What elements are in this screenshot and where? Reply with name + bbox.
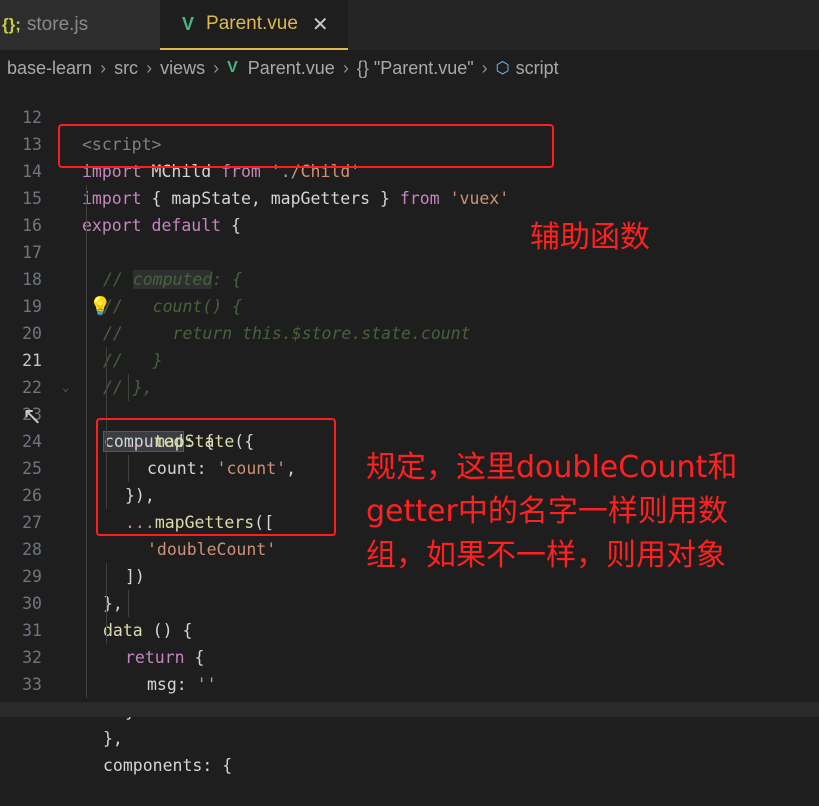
code-token: },	[103, 729, 123, 748]
code-token: components: {	[103, 756, 233, 775]
tab-store-js[interactable]: {}; store.js	[0, 0, 160, 50]
code-line: 19 // }	[0, 266, 819, 370]
breadcrumb-item[interactable]: base-learn	[7, 58, 92, 79]
tab-label: Parent.vue	[206, 13, 298, 34]
annotation-helper: 辅助函数	[530, 220, 650, 255]
annotation-rule-2: getter中的名字一样则用数	[366, 494, 728, 529]
breadcrumb-item[interactable]: views	[160, 58, 205, 79]
vue-icon: V	[227, 59, 238, 76]
mapgetters-highlight-box	[96, 418, 336, 536]
chevron-right-icon: ›	[213, 57, 220, 78]
chevron-right-icon: ›	[481, 57, 488, 78]
chevron-right-icon: ›	[342, 57, 349, 78]
code-line: 12 <script>	[0, 77, 819, 154]
code-editor[interactable]: 12 <script> 13 import MChild from './Chi…	[0, 77, 819, 775]
horizontal-scrollbar[interactable]	[0, 702, 819, 717]
code-line: 17 // count() {	[0, 212, 819, 316]
code-line: 20 // },	[0, 293, 819, 397]
import-highlight-box	[58, 124, 554, 168]
annotation-rule-3: 组，如果不一样，则用对象	[366, 538, 726, 573]
code-line: 23 count: 'count',	[0, 374, 819, 478]
breadcrumb-item[interactable]: Parent.vue	[248, 58, 335, 79]
code-line: 16 // computed: {	[0, 185, 819, 289]
annotation-rule-1: 规定，这里doubleCount和	[366, 450, 738, 485]
code-line: 22 ...mapState({	[0, 347, 819, 451]
cube-icon: ⬡	[495, 60, 510, 77]
chevron-right-icon: ›	[100, 57, 107, 78]
code-line: 34 components: {	[0, 671, 819, 775]
tab-label: store.js	[26, 14, 89, 35]
breadcrumb-item[interactable]: src	[114, 58, 138, 79]
lightbulb-icon[interactable]: 💡	[89, 296, 111, 317]
vue-icon: V	[182, 13, 195, 34]
tab-parent-vue[interactable]: V Parent.vue ✕	[160, 0, 348, 50]
code-line: 18 // return this.$store.state.count	[0, 239, 819, 343]
breadcrumb-item[interactable]: script	[516, 58, 559, 79]
chevron-right-icon: ›	[146, 57, 153, 78]
code-line: 31 msg: ''	[0, 590, 819, 694]
breadcrumb-item[interactable]: {} "Parent.vue"	[357, 58, 474, 79]
code-line: 33 },	[0, 644, 819, 748]
close-icon[interactable]: ✕	[312, 12, 329, 37]
tab-bar: {}; store.js V Parent.vue ✕	[0, 0, 819, 50]
js-icon: {};	[2, 15, 21, 34]
code-line: 32 }	[0, 617, 819, 721]
code-line: 21 ⌄ computed: {	[0, 320, 819, 452]
mouse-cursor-icon: ↖	[22, 402, 43, 430]
